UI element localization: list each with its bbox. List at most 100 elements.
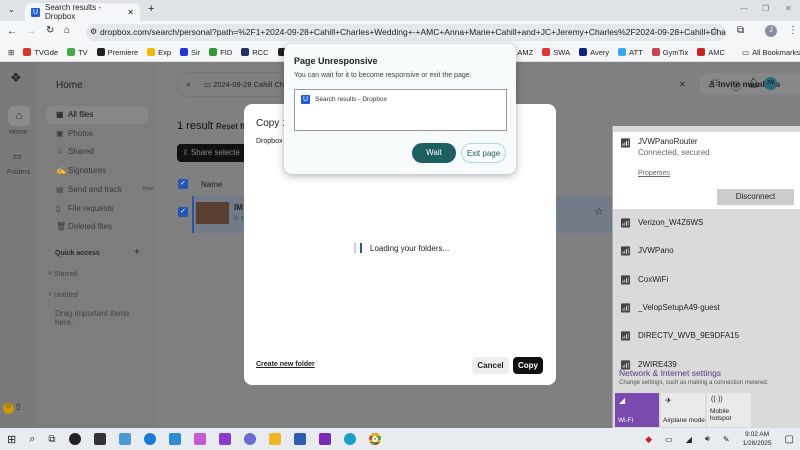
tab-dropbox[interactable]: U Search results - Dropbox ✕: [25, 3, 140, 21]
wifi-toggle-tile[interactable]: ◢ Wi-Fi: [615, 393, 659, 427]
star-icon[interactable]: ☆: [594, 205, 604, 218]
page-list-item[interactable]: Search results - Dropbox: [315, 96, 387, 103]
mail-icon[interactable]: [318, 433, 331, 445]
wifi-network-item[interactable]: 📶︎ JVWPano: [613, 237, 800, 265]
assistant-icon[interactable]: ☺: [3, 403, 14, 414]
bookmark-item[interactable]: GymTix: [651, 48, 688, 57]
network-icon[interactable]: ◢: [686, 435, 692, 444]
airplane-mode-tile[interactable]: ✈ Airplane mode: [661, 393, 705, 427]
security-icon[interactable]: [93, 433, 106, 445]
photos-icon[interactable]: [118, 433, 131, 445]
close-window-button[interactable]: ✕: [785, 4, 792, 13]
app-icon[interactable]: [143, 433, 156, 445]
properties-link[interactable]: Properties: [638, 170, 670, 177]
all-bookmarks[interactable]: ▭ All Bookmarks: [742, 48, 800, 57]
wait-button[interactable]: Wait: [412, 143, 456, 163]
untitled-section[interactable]: ˅ Untitled: [48, 292, 78, 299]
collapse-icon[interactable]: ▯: [16, 402, 20, 411]
home-icon[interactable]: ⌂: [8, 106, 30, 126]
bookmark-star-icon[interactable]: ☆: [710, 26, 719, 37]
new-tab-button[interactable]: +: [148, 3, 154, 15]
clipchamp-icon[interactable]: [218, 433, 231, 445]
menu-icon[interactable]: ⋮: [788, 25, 798, 36]
exit-page-button[interactable]: Exit page: [461, 143, 506, 163]
bookmark-item[interactable]: Avery: [579, 48, 609, 57]
wifi-network-item[interactable]: 📶︎ CoxWiFi: [613, 266, 800, 294]
disconnect-button[interactable]: Disconnect: [717, 189, 794, 205]
site-info-icon[interactable]: ⚙: [90, 27, 97, 36]
dropbox-logo-icon[interactable]: ❖: [10, 70, 22, 86]
clear-search-icon[interactable]: ✕: [679, 80, 686, 89]
reset-filters-button[interactable]: Reset fi: [216, 122, 245, 131]
reload-icon[interactable]: ↻: [46, 25, 54, 36]
app-icon-3[interactable]: [243, 433, 256, 445]
word-icon[interactable]: [293, 433, 306, 445]
user-avatar[interactable]: JW: [764, 77, 777, 90]
app-icon-2[interactable]: [168, 433, 181, 445]
rail-home[interactable]: Home: [9, 129, 28, 136]
restore-button[interactable]: ❐: [762, 4, 769, 13]
bookmark-item[interactable]: Premiere: [96, 48, 138, 57]
connected-network[interactable]: 📶︎ JVWPanoRouter Connected, secured Prop…: [613, 132, 800, 209]
battery-icon[interactable]: ▭: [665, 435, 673, 444]
wifi-network-item[interactable]: 📶︎ Verizon_W4Z6WS: [613, 209, 800, 237]
tab-search-icon[interactable]: ⌄: [8, 5, 15, 14]
name-column-header[interactable]: Name: [201, 180, 222, 189]
clock[interactable]: 9:02 AM 1/28/2025: [743, 430, 772, 448]
bookmark-item[interactable]: SWA: [542, 48, 570, 57]
rail-folders[interactable]: Folders: [7, 169, 30, 176]
wifi-network-item[interactable]: 📶︎ DIRECTV_WVB_9E9DFA15: [613, 322, 800, 350]
starred-section[interactable]: ˅ Starred: [48, 271, 77, 278]
volume-icon[interactable]: 🔊︎: [705, 434, 710, 444]
sidebar-item[interactable]: ▯ File requests: [56, 204, 114, 213]
pen-icon[interactable]: ✎: [723, 435, 730, 444]
home-icon[interactable]: ⌂: [64, 25, 70, 36]
network-settings-link[interactable]: Network & Internet settings: [619, 368, 721, 378]
bookmark-item[interactable]: TV: [67, 48, 88, 57]
back-icon[interactable]: ←: [7, 26, 17, 37]
apps-icon[interactable]: ⊞: [8, 48, 14, 57]
sidebar-item[interactable]: ✍ Signatures: [56, 166, 106, 175]
address-bar[interactable]: dropbox.com/search/personal?path=%2F1+20…: [86, 24, 726, 41]
bell-icon[interactable]: 🔔︎: [747, 78, 760, 89]
wifi-network-item[interactable]: 📶︎ _VelopSetupA49-guest: [613, 294, 800, 322]
sidebar-item[interactable]: ♧ Shared: [56, 147, 94, 156]
forward-icon[interactable]: →: [26, 26, 36, 37]
bookmark-item[interactable]: Exp: [147, 48, 171, 57]
edge-icon[interactable]: [343, 433, 356, 445]
file-explorer-icon[interactable]: [268, 433, 281, 445]
file-name[interactable]: IM: [234, 203, 243, 212]
sidebar-item[interactable]: 🗑︎ Deleted files: [56, 222, 112, 231]
extensions-icon[interactable]: ⧉: [737, 25, 744, 36]
bookmark-item[interactable]: RCC: [241, 48, 269, 57]
add-quick-access-icon[interactable]: +: [134, 247, 140, 258]
minimize-button[interactable]: —: [740, 4, 748, 13]
bookmark-item[interactable]: Sir: [180, 48, 200, 57]
profile-avatar[interactable]: J: [765, 25, 777, 37]
close-tab-icon[interactable]: ✕: [127, 8, 134, 17]
search-icon[interactable]: ⌕: [29, 433, 35, 446]
mcafee-icon[interactable]: ◆: [645, 434, 652, 445]
copilot-icon[interactable]: [193, 433, 206, 445]
bookmark-item[interactable]: ATT: [618, 48, 643, 57]
help-icon[interactable]: ⓘ: [731, 78, 741, 93]
cancel-button[interactable]: Cancel: [472, 357, 509, 374]
task-view-icon[interactable]: ⧉: [48, 434, 55, 445]
folders-icon[interactable]: ▭: [13, 151, 22, 162]
bookmark-item[interactable]: TVGde: [23, 48, 58, 57]
dell-icon[interactable]: [68, 433, 81, 445]
chrome-icon[interactable]: [368, 433, 381, 445]
notifications-icon[interactable]: ▢: [785, 434, 794, 445]
copy-button[interactable]: Copy: [513, 357, 543, 374]
bookmark-item[interactable]: FID: [209, 48, 232, 57]
share-selected-button[interactable]: ⇪ Share selecte: [177, 144, 247, 162]
sidebar-item[interactable]: ▤ Send and track: [56, 185, 122, 194]
file-checkbox[interactable]: ✓: [178, 207, 188, 217]
sidebar-item[interactable]: ▦ All files: [56, 110, 93, 119]
mobile-hotspot-tile[interactable]: ((·)) Mobile hotspot: [707, 393, 751, 427]
bookmark-item[interactable]: AMC: [697, 48, 725, 57]
select-all-checkbox[interactable]: ✓: [178, 179, 188, 189]
sidebar-item[interactable]: ▣ Photos: [56, 129, 93, 138]
create-new-folder-link[interactable]: Create new folder: [256, 361, 315, 368]
breadcrumb[interactable]: Dropbox: [256, 138, 282, 145]
